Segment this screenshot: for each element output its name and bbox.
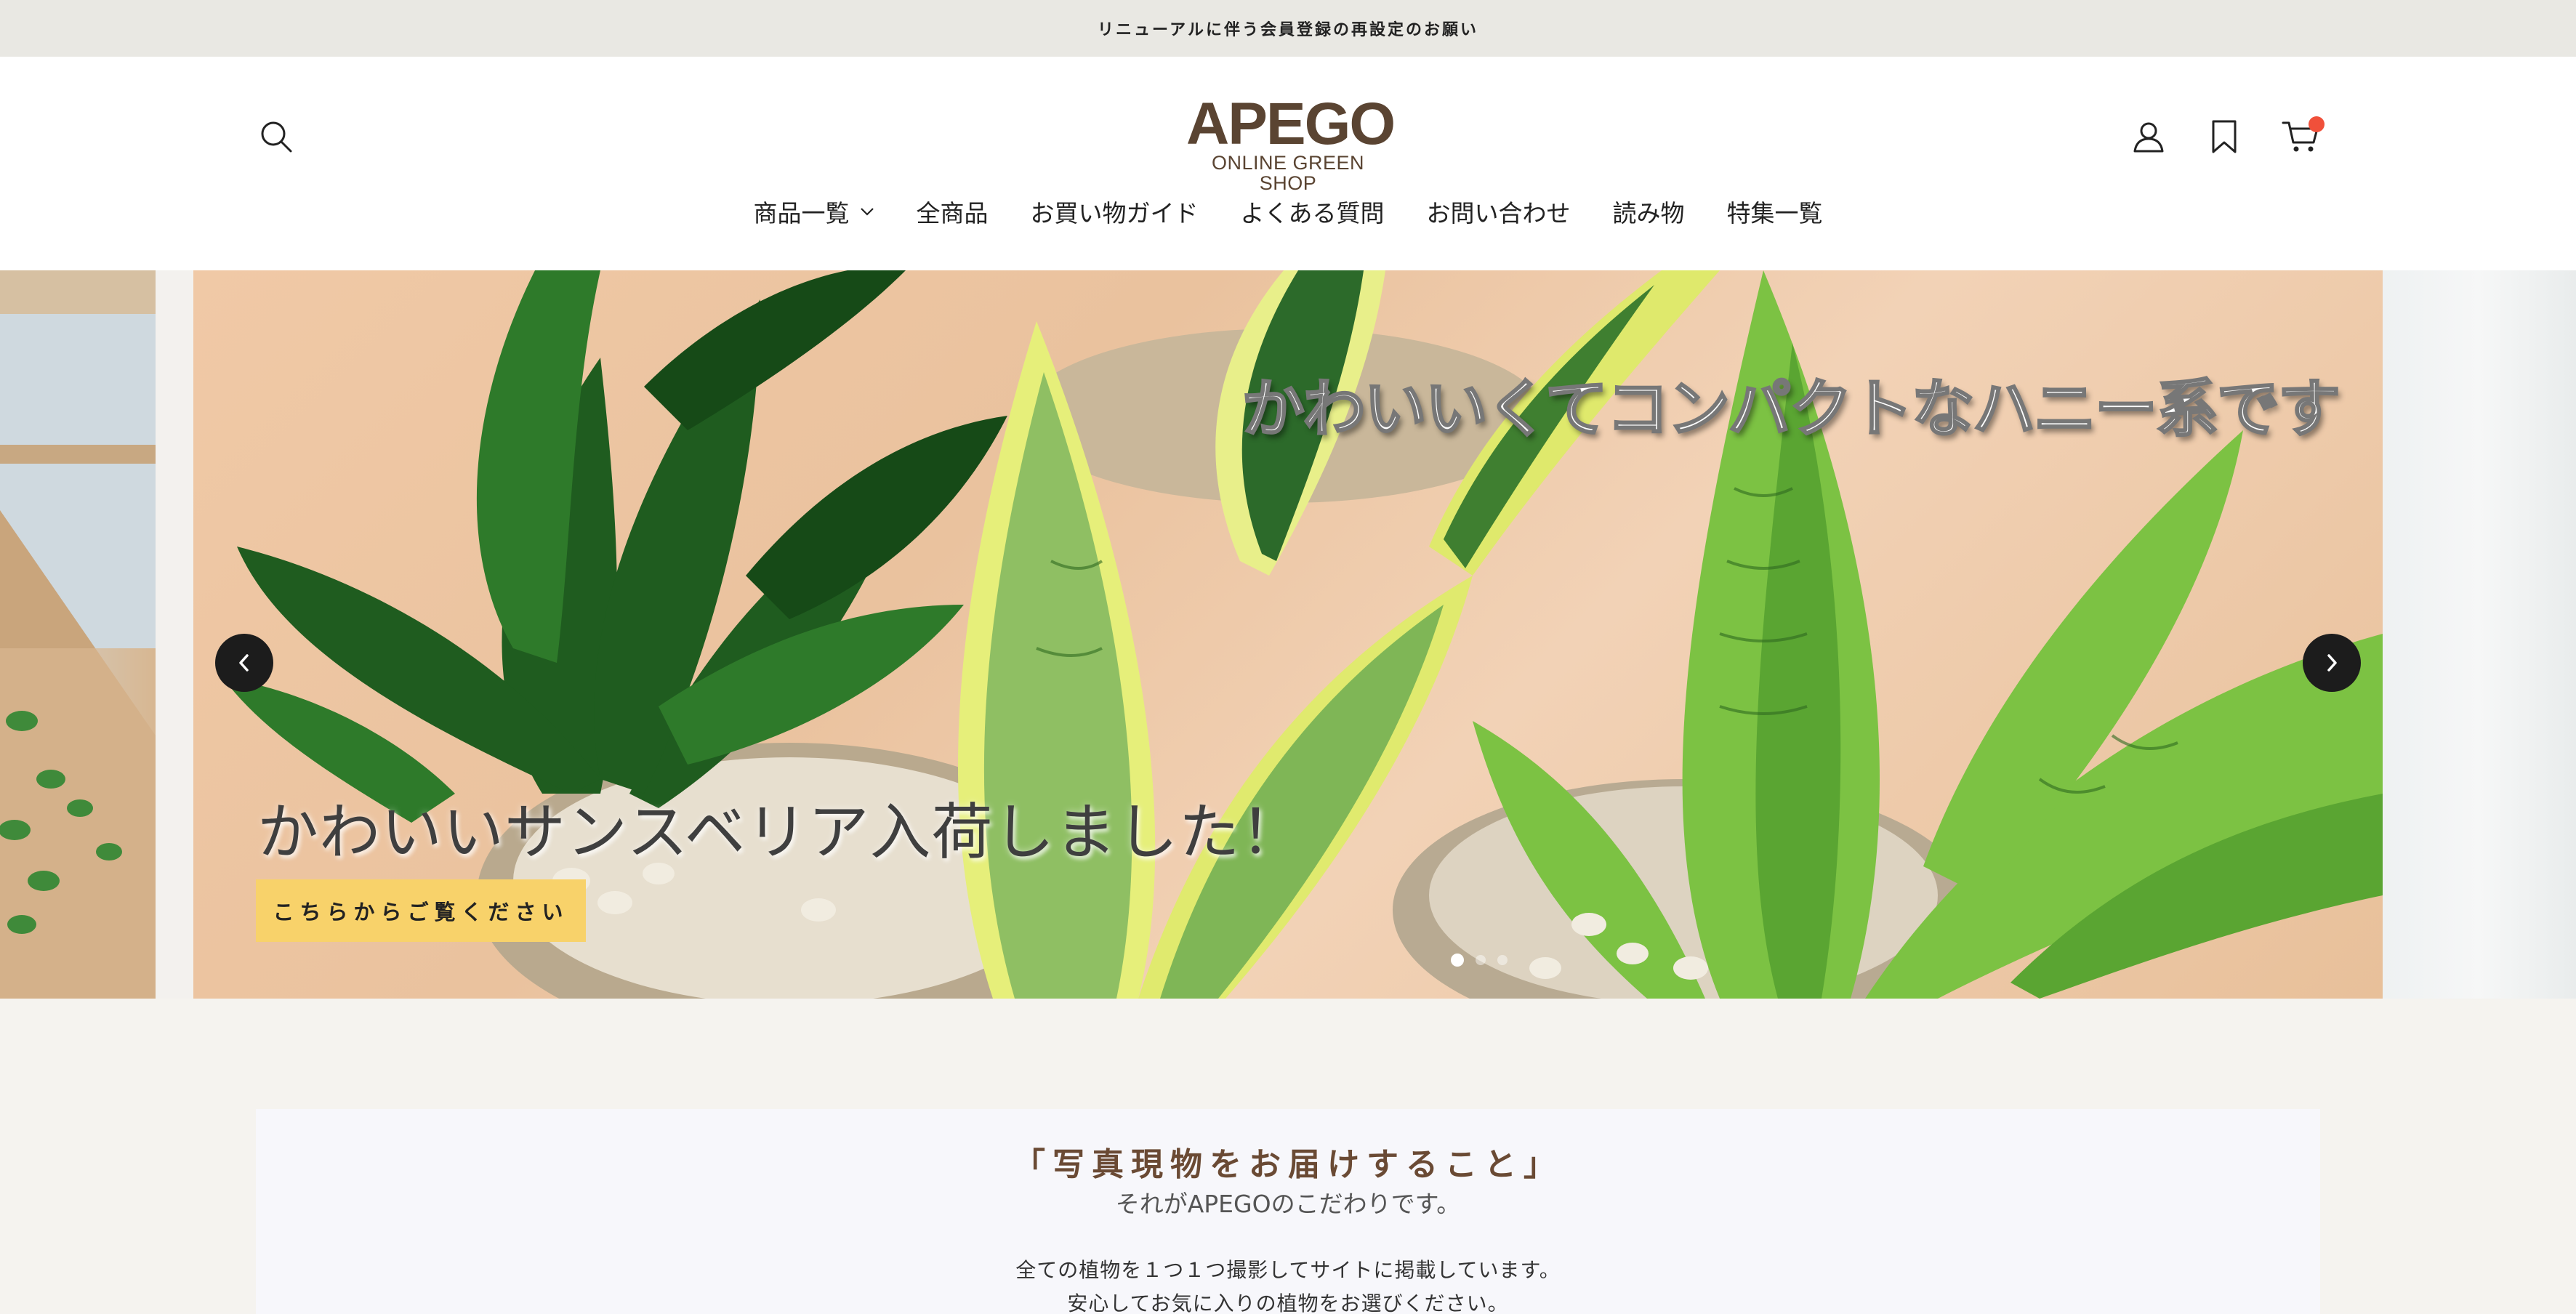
user-icon: [2133, 122, 2164, 153]
announcement-bar: リニューアルに伴う会員登録の再設定のお願い: [0, 0, 2576, 57]
nav-item-label: 読み物: [1612, 199, 1685, 227]
slide-cta-button[interactable]: こちらからご覧ください: [256, 879, 586, 942]
promise-body-line-2: 安心してお気に入りの植物をお選びください。: [1067, 1291, 1509, 1314]
announcement-link[interactable]: リニューアルに伴う会員登録の再設定のお願い: [1098, 17, 1478, 40]
slide-next-button[interactable]: [2303, 634, 2361, 692]
nav-item-articles[interactable]: 読み物: [1613, 194, 1685, 229]
chevron-down-icon: [860, 208, 874, 216]
chevron-left-icon: [239, 654, 249, 672]
nav-item-label: お問い合わせ: [1426, 199, 1571, 227]
previous-slide-peek[interactable]: [0, 270, 156, 999]
bookmark-icon: [2212, 120, 2237, 153]
nav-item-features[interactable]: 特集一覧: [1727, 194, 1823, 229]
slide-dot-2[interactable]: [1476, 955, 1486, 965]
promise-subtitle: それがAPEGOのこだわりです。: [1115, 1190, 1461, 1218]
slide-caption-top: かわいいくてコンパクトなハニー系です: [1241, 372, 2341, 447]
promise-title: 「写真現物をお届けすること」: [1013, 1146, 1563, 1183]
promise-section: 「写真現物をお届けすること」 それがAPEGOのこだわりです。 全ての植物を１つ…: [256, 1109, 2320, 1314]
search-icon: [261, 121, 292, 153]
slide-dots: [1451, 954, 1508, 967]
chevron-right-icon: [2327, 654, 2337, 672]
nav-item-contact[interactable]: お問い合わせ: [1427, 194, 1571, 229]
nav-item-faq[interactable]: よくある質問: [1241, 194, 1385, 229]
search-button[interactable]: [251, 112, 301, 161]
nav-item-label: 商品一覧: [753, 199, 850, 227]
promise-body-line-1: 全ての植物を１つ１つ撮影してサイトに掲載しています。: [1015, 1258, 1561, 1282]
account-button[interactable]: [2124, 112, 2173, 161]
hero-slide: かわいいくてコンパクトなハニー系です かわいいサンスベリア入荷しました！ こちら…: [193, 270, 2383, 999]
nav-item-label: お買い物ガイド: [1030, 199, 1199, 227]
slide-dot-1[interactable]: [1451, 954, 1464, 967]
slide-dot-3[interactable]: [1497, 955, 1508, 965]
slide-heading: かわいいサンスベリア入荷しました！: [257, 797, 1303, 868]
site-logo[interactable]: APEGO ONLINE GREEN SHOP: [1186, 91, 1396, 194]
nav-item-label: よくある質問: [1240, 199, 1385, 227]
nav-item-label: 特集一覧: [1726, 199, 1823, 227]
main-nav: 商品一覧 全商品 お買い物ガイド よくある質問 お問い合わせ 読み物 特集一覧: [0, 188, 2576, 235]
logo-wordmark: APEGO: [1186, 91, 1396, 157]
nav-item-all-products[interactable]: 全商品: [917, 194, 989, 229]
nav-item-products[interactable]: 商品一覧: [754, 194, 874, 229]
cart-badge: [2309, 116, 2325, 132]
nav-item-label: 全商品: [916, 199, 989, 227]
slide-prev-button[interactable]: [215, 634, 273, 692]
wishlist-button[interactable]: [2199, 112, 2249, 161]
next-slide-peek[interactable]: [2383, 270, 2576, 999]
nav-item-shopping-guide[interactable]: お買い物ガイド: [1031, 194, 1199, 229]
hero-slideshow: かわいいくてコンパクトなハニー系です かわいいサンスベリア入荷しました！ こちら…: [0, 270, 2576, 999]
